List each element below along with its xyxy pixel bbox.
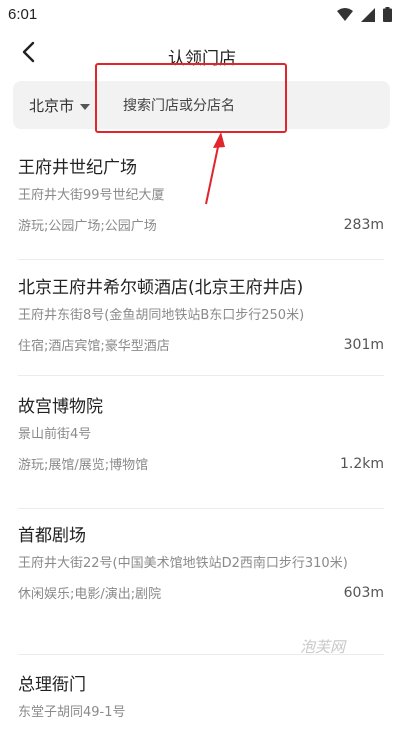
store-meta: 游玩;公园广场;公园广场 283m bbox=[18, 215, 384, 235]
store-distance: 1.2km bbox=[339, 455, 384, 472]
store-address: 王府井东街8号(金鱼胡同地铁站B东口步行250米) bbox=[18, 308, 305, 323]
store-meta: 休闲娱乐;电影/演出;剧院 603m bbox=[18, 583, 384, 603]
status-icons bbox=[337, 6, 392, 26]
store-address: 王府井大街99号世纪大厦 bbox=[18, 188, 165, 203]
list-item[interactable]: 北京王府井希尔顿酒店(北京王府井店) 王府井东街8号(金鱼胡同地铁站B东口步行2… bbox=[18, 260, 384, 376]
signal-icon bbox=[361, 7, 375, 26]
store-name: 故宫博物院 bbox=[18, 397, 103, 417]
store-distance: 603m bbox=[343, 584, 384, 601]
store-category: 住宿;酒店宾馆;豪华型酒店 bbox=[18, 339, 170, 354]
store-meta: 游玩;展馆/展览;博物馆 1.2km bbox=[18, 454, 384, 474]
store-name: 首都剧场 bbox=[18, 526, 86, 546]
annotation-highlight-box bbox=[95, 63, 287, 133]
store-address: 王府井大街22号(中国美术馆地铁站D2西南口步行310米) bbox=[18, 556, 348, 571]
list-item[interactable]: 王府井世纪广场 王府井大街99号世纪大厦 游玩;公园广场;公园广场 283m bbox=[18, 138, 384, 260]
list-item[interactable]: 总理衙门 东堂子胡同49-1号 bbox=[18, 655, 384, 739]
list-item[interactable]: 首都剧场 王府井大街22号(中国美术馆地铁站D2西南口步行310米) 休闲娱乐;… bbox=[18, 509, 384, 655]
store-name: 总理衙门 bbox=[18, 675, 86, 695]
store-distance: 283m bbox=[343, 216, 384, 233]
city-label: 北京市 bbox=[29, 96, 75, 115]
store-category: 游玩;展馆/展览;博物馆 bbox=[18, 458, 149, 473]
battery-icon bbox=[383, 6, 392, 26]
store-address: 景山前街4号 bbox=[18, 427, 92, 442]
store-meta: 住宿;酒店宾馆;豪华型酒店 301m bbox=[18, 335, 384, 355]
status-time: 6:01 bbox=[8, 6, 38, 23]
store-category: 休闲娱乐;电影/演出;剧院 bbox=[18, 587, 162, 602]
city-select[interactable]: 北京市 bbox=[29, 81, 91, 129]
store-category: 游玩;公园广场;公园广场 bbox=[18, 219, 157, 234]
store-name: 北京王府井希尔顿酒店(北京王府井店) bbox=[18, 278, 304, 298]
store-address: 东堂子胡同49-1号 bbox=[18, 705, 126, 720]
list-item[interactable]: 故宫博物院 景山前街4号 游玩;展馆/展览;博物馆 1.2km bbox=[18, 376, 384, 509]
wifi-icon bbox=[337, 7, 353, 26]
watermark: 泡芙网 bbox=[300, 638, 346, 656]
caret-down-icon bbox=[80, 96, 91, 114]
store-distance: 301m bbox=[343, 336, 384, 353]
store-name: 王府井世纪广场 bbox=[18, 158, 137, 178]
status-bar: 6:01 bbox=[0, 0, 404, 32]
